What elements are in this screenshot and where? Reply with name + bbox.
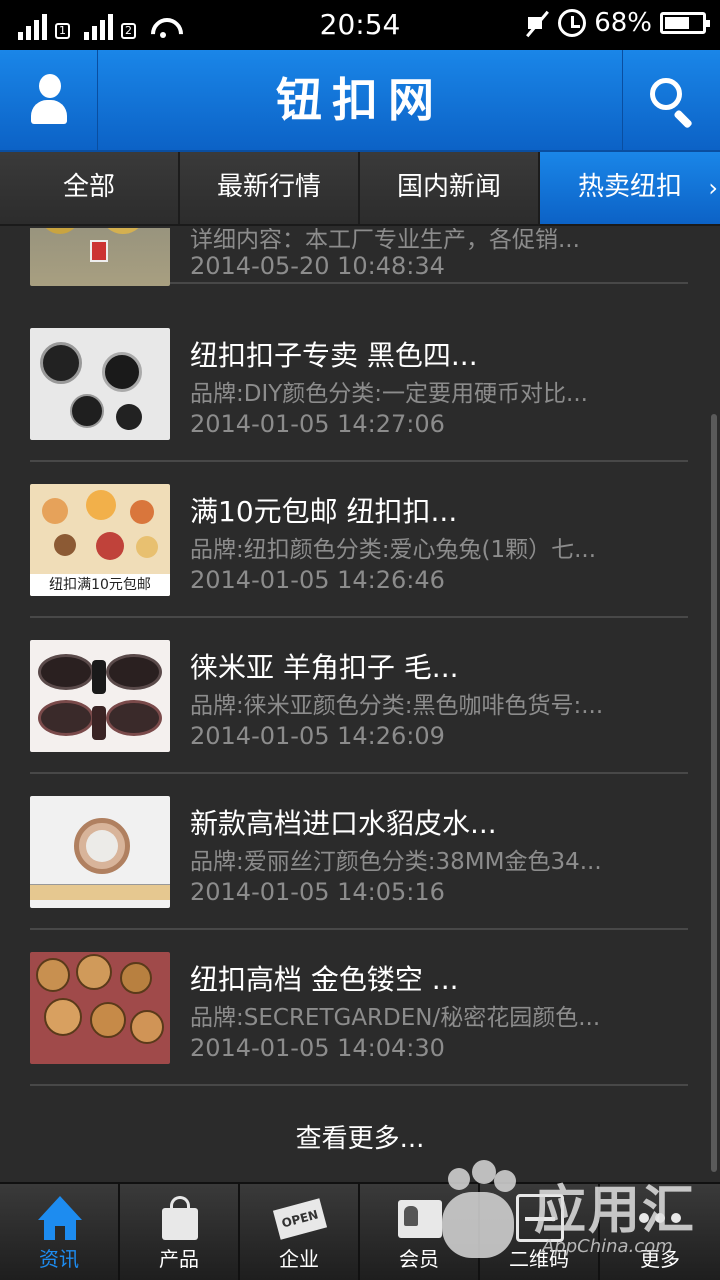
news-list: 详细内容：本工厂专业生产，各促销... 2014-05-20 10:48:34 …: [0, 228, 720, 1182]
nav-label: 产品: [159, 1247, 199, 1271]
nav-label: 企业: [279, 1247, 319, 1271]
search-button[interactable]: [622, 50, 720, 150]
status-icons: 68%: [524, 8, 710, 38]
item-title: 新款高档进口水貂皮水...: [190, 807, 497, 840]
list-item[interactable]: 纽扣扣子专卖 黑色四... 品牌:DIY颜色分类:一定要用硬币对比... 201…: [30, 306, 688, 462]
open-sign-icon: OPEN: [272, 1194, 328, 1242]
nav-label: 二维码: [509, 1247, 569, 1271]
nav-label: 更多: [640, 1247, 680, 1271]
item-title: 纽扣高档 金色镂空 ...: [190, 963, 459, 996]
nav-qr-code[interactable]: 二维码: [480, 1184, 600, 1280]
tab-domestic-news[interactable]: 国内新闻: [360, 152, 540, 224]
list-item[interactable]: 新款高档进口水貂皮水... 品牌:爱丽丝汀颜色分类:38MM金色34... 20…: [30, 774, 688, 930]
tab-latest-market[interactable]: 最新行情: [180, 152, 360, 224]
chevron-left-icon[interactable]: [0, 152, 20, 224]
thumbnail-image: [30, 796, 170, 908]
item-date: 2014-01-05 14:26:09: [190, 722, 445, 750]
home-icon: [36, 1194, 84, 1242]
item-title: 徕米亚 羊角扣子 毛...: [190, 651, 459, 684]
nav-products[interactable]: 产品: [120, 1184, 240, 1280]
page-title: 钮扣网: [276, 73, 444, 127]
thumbnail-image: [30, 328, 170, 440]
shopping-bag-icon: [156, 1194, 204, 1242]
status-bar: 1 2 20:54 68%: [0, 0, 720, 50]
list-item[interactable]: 详细内容：本工厂专业生产，各促销... 2014-05-20 10:48:34: [30, 228, 688, 286]
list-item[interactable]: 纽扣高档 金色镂空 ... 品牌:SECRETGARDEN/秘密花园颜色... …: [30, 930, 688, 1086]
item-title: 纽扣扣子专卖 黑色四...: [190, 339, 478, 372]
tab-all[interactable]: 全部: [0, 152, 180, 224]
category-tabs: ‹ 全部 最新行情 国内新闻 热卖纽扣 ›: [0, 152, 720, 226]
list-item[interactable]: 纽扣满10元包邮 满10元包邮 纽扣扣... 品牌:纽扣颜色分类:爱心兔兔(1颗…: [30, 462, 688, 618]
list-item[interactable]: 徕米亚 羊角扣子 毛... 品牌:徕米亚颜色分类:黑色咖啡色货号:... 201…: [30, 618, 688, 774]
nav-label: 资讯: [39, 1247, 79, 1271]
search-icon: [648, 76, 696, 129]
alarm-icon: [558, 9, 587, 37]
tab-hot-buttons[interactable]: 热卖纽扣: [540, 152, 720, 224]
item-description: 品牌:爱丽丝汀颜色分类:38MM金色34...: [190, 849, 602, 875]
thumbnail-image: [30, 228, 170, 286]
battery-percent: 68%: [594, 8, 652, 38]
item-description: 品牌:徕米亚颜色分类:黑色咖啡色货号:...: [190, 693, 604, 719]
item-date: 2014-01-05 14:04:30: [190, 1034, 445, 1062]
chevron-right-icon[interactable]: ›: [708, 152, 718, 224]
user-icon: [30, 74, 67, 126]
nav-members[interactable]: 会员: [360, 1184, 480, 1280]
user-button[interactable]: [0, 50, 98, 150]
load-more-button[interactable]: 查看更多...: [0, 1118, 720, 1155]
scrollbar[interactable]: [711, 414, 717, 1172]
member-card-icon: [396, 1194, 444, 1242]
item-description: 品牌:SECRETGARDEN/秘密花园颜色...: [190, 1005, 601, 1031]
thumbnail-image: [30, 640, 170, 752]
nav-more[interactable]: 更多: [600, 1184, 720, 1280]
thumbnail-image: 纽扣满10元包邮: [30, 484, 170, 596]
item-description: 品牌:纽扣颜色分类:爱心兔兔(1颗）七...: [190, 537, 597, 563]
item-description: 详细内容：本工厂专业生产，各促销...: [190, 228, 580, 253]
thumbnail-caption: 纽扣满10元包邮: [30, 574, 170, 596]
mute-icon: [524, 10, 550, 36]
more-dots-icon: [636, 1194, 684, 1242]
qr-code-icon: [516, 1194, 564, 1242]
battery-icon: [660, 12, 710, 34]
item-date: 2014-01-05 14:05:16: [190, 878, 445, 906]
item-date: 2014-01-05 14:26:46: [190, 566, 445, 594]
item-date: 2014-05-20 10:48:34: [190, 252, 445, 280]
nav-news[interactable]: 资讯: [0, 1184, 120, 1280]
item-description: 品牌:DIY颜色分类:一定要用硬币对比...: [190, 381, 588, 407]
bottom-nav: 资讯 产品 OPEN 企业 会员 二维码 更多: [0, 1182, 720, 1280]
app-header: 钮扣网: [0, 50, 720, 152]
nav-label: 会员: [399, 1247, 439, 1271]
nav-companies[interactable]: OPEN 企业: [240, 1184, 360, 1280]
item-title: 满10元包邮 纽扣扣...: [190, 495, 458, 528]
item-date: 2014-01-05 14:27:06: [190, 410, 445, 438]
thumbnail-image: [30, 952, 170, 1064]
